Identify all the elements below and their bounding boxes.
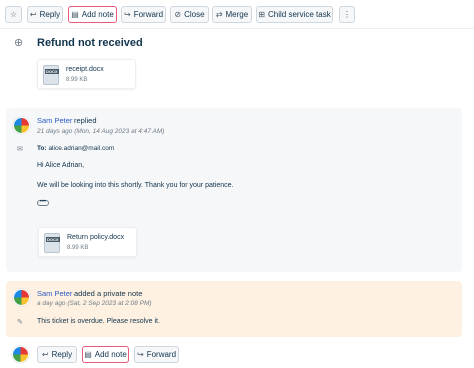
add-note-label: Add note — [81, 10, 114, 19]
child-service-task-button[interactable]: ⊞ Child service task — [256, 6, 333, 23]
attachment-receipt[interactable]: DOCX receipt.docx 8.99 KB — [37, 59, 136, 89]
reply-icon: ↩ — [29, 9, 37, 19]
message-author[interactable]: Sam Peter — [37, 116, 72, 125]
note-author[interactable]: Sam Peter — [37, 289, 72, 298]
check-circle-icon: ⊘ — [174, 9, 182, 19]
to-label: To: — [37, 145, 47, 152]
ticket-toolbar: ☆ ↩ Reply ▤ Add note ↪ Forward ⊘ Close ⇄… — [0, 0, 474, 29]
note-edit-icon: ✎ — [17, 319, 23, 326]
note-icon: ▤ — [71, 9, 79, 19]
forward-icon: ↪ — [136, 349, 144, 359]
reply-button[interactable]: ↩ Reply — [27, 6, 63, 23]
attachment-name: Return policy.docx — [67, 234, 125, 241]
reply-icon: ↩ — [41, 349, 49, 359]
mail-icon: ✉ — [17, 146, 23, 153]
show-quoted-button[interactable]: ••• — [37, 199, 49, 206]
forward-label: Forward — [146, 350, 177, 359]
note-action: added a private note — [74, 289, 143, 298]
reply-message: Sam Peter replied 21 days ago (Mon, 14 A… — [6, 108, 462, 272]
globe-icon: ⊕ — [14, 37, 24, 49]
add-note-label: Add note — [94, 350, 127, 359]
avatar — [12, 346, 29, 363]
note-icon: ▤ — [84, 349, 92, 359]
recipient-line: To: alice.adrian@mail.com — [37, 145, 114, 152]
message-timestamp: 21 days ago (Mon, 14 Aug 2023 at 4:47 AM… — [37, 128, 165, 135]
note-body: This ticket is overdue. Please resolve i… — [37, 318, 160, 325]
reply-label: Reply — [51, 350, 73, 359]
message-action: replied — [74, 116, 97, 125]
merge-button[interactable]: ⇄ Merge — [212, 6, 252, 23]
star-button[interactable]: ☆ — [5, 6, 22, 23]
star-icon: ☆ — [9, 9, 18, 19]
merge-icon: ⇄ — [215, 9, 223, 19]
ticket-header: ⊕ Refund not received DOCX receipt.docx … — [0, 29, 474, 97]
merge-label: Merge — [225, 10, 249, 19]
close-ticket-button[interactable]: ⊘ Close — [170, 6, 209, 23]
reply-label: Reply — [39, 10, 61, 19]
forward-label: Forward — [133, 10, 164, 19]
to-value: alice.adrian@mail.com — [48, 145, 115, 152]
add-note-button[interactable]: ▤ Add note — [68, 6, 117, 23]
ticket-subject: Refund not received — [37, 37, 143, 49]
forward-button[interactable]: ↪ Forward — [134, 346, 179, 363]
docx-file-icon: DOCX — [43, 65, 59, 85]
attachment-size: 8.99 KB — [67, 245, 89, 251]
close-label: Close — [184, 10, 205, 19]
add-note-button[interactable]: ▤ Add note — [82, 346, 129, 363]
more-vertical-icon: ⋮ — [343, 9, 351, 19]
avatar — [13, 117, 30, 134]
reply-button[interactable]: ↩ Reply — [37, 346, 77, 363]
private-note: Sam Peter added a private note a day ago… — [6, 281, 462, 337]
child-task-label: Child service task — [268, 10, 331, 19]
message-body: We will be looking into this shortly. Th… — [37, 182, 234, 189]
forward-button[interactable]: ↪ Forward — [121, 6, 166, 23]
note-timestamp: a day ago (Sat, 2 Sep 2023 at 2:08 PM) — [37, 300, 152, 307]
docx-file-icon: DOCX — [44, 233, 60, 253]
more-actions-button[interactable]: ⋮ — [339, 6, 355, 23]
reply-bar: ↩ Reply ▤ Add note ↪ Forward — [0, 342, 474, 368]
attachment-size: 8.99 KB — [66, 77, 88, 83]
task-icon: ⊞ — [258, 9, 266, 19]
attachment-return-policy[interactable]: DOCX Return policy.docx 8.99 KB — [38, 227, 137, 257]
forward-icon: ↪ — [123, 9, 131, 19]
attachment-name: receipt.docx — [66, 66, 104, 73]
avatar — [13, 289, 30, 306]
message-greeting: Hi Alice Adrian, — [37, 162, 85, 169]
